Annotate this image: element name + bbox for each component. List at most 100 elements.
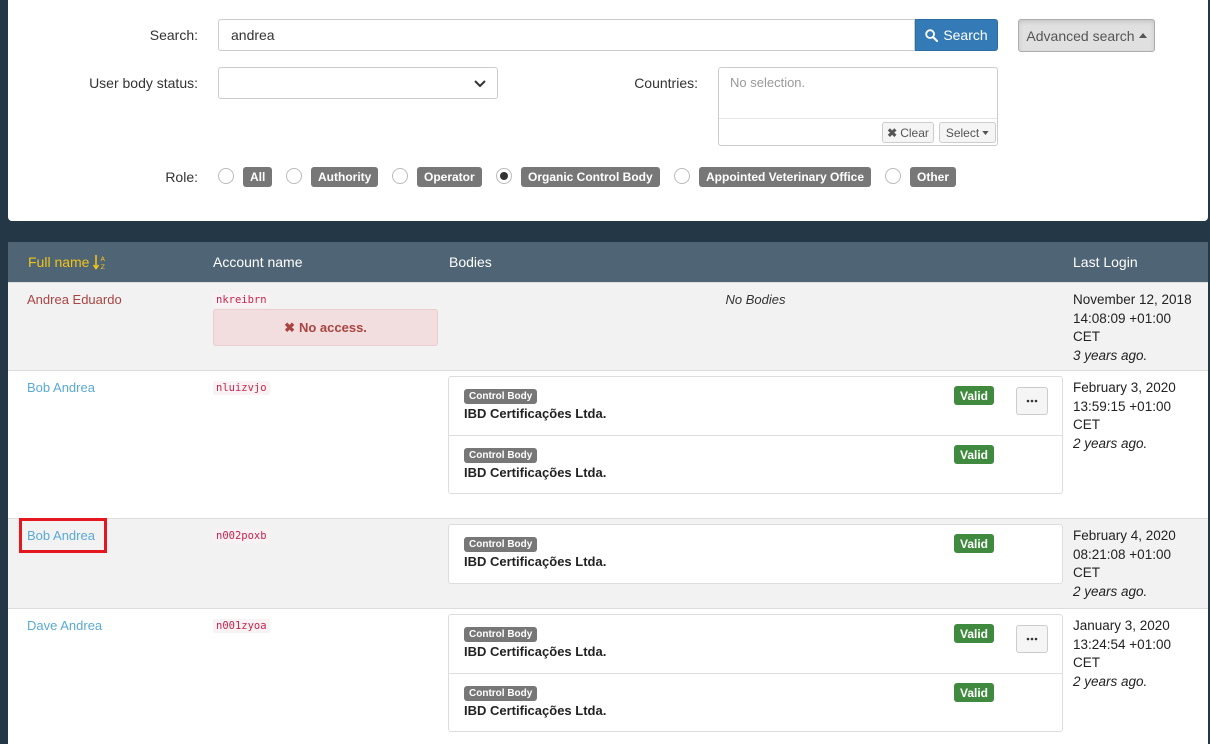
login-ago: 3 years ago.	[1073, 347, 1148, 363]
role-radio-other[interactable]	[885, 168, 901, 184]
close-icon: ✖	[887, 125, 898, 140]
last-login: February 4, 2020 08:21:08 +01:00 CET 2 y…	[1073, 527, 1176, 601]
login-time: 13:24:54 +01:00	[1073, 636, 1171, 652]
svg-text:Z: Z	[101, 263, 106, 270]
role-tag-authority[interactable]: Authority	[311, 167, 379, 187]
body-item: Control Body IBD Certificações Ltda. Val…	[449, 525, 1062, 583]
no-access-alert: ✖ No access.	[213, 309, 438, 346]
login-date: February 4, 2020	[1073, 528, 1176, 543]
control-body-tag: Control Body	[464, 627, 538, 642]
no-bodies-text: No Bodies	[725, 292, 786, 307]
account-name: nluizvjo	[213, 381, 270, 395]
login-date: February 3, 2020	[1073, 380, 1176, 395]
user-body-status-label: User body status:	[89, 75, 198, 91]
search-icon	[925, 28, 939, 42]
select-dropdown-button[interactable]: Select	[939, 122, 996, 143]
chevron-down-icon	[474, 80, 486, 88]
valid-badge: Valid	[954, 624, 995, 643]
body-name: IBD Certificações Ltda.	[464, 644, 607, 659]
body-item: Control Body IBD Certificações Ltda. Val…	[449, 377, 1062, 435]
search-panel: Search: Search Advanced search User body…	[8, 0, 1208, 221]
login-timezone: CET	[1073, 329, 1100, 344]
bodies-list: Control Body IBD Certificações Ltda. Val…	[448, 614, 1063, 732]
column-header-account-name[interactable]: Account name	[213, 254, 303, 270]
svg-text:A: A	[101, 255, 106, 263]
role-radio-authority[interactable]	[286, 168, 302, 184]
bodies-list: Control Body IBD Certificações Ltda. Val…	[448, 376, 1063, 494]
role-tag-appointed-veterinary-office[interactable]: Appointed Veterinary Office	[699, 167, 872, 187]
role-radio-appointed-veterinary-office[interactable]	[674, 168, 690, 184]
search-input[interactable]	[218, 19, 915, 51]
table-header: Full name A Z Account name Bodies Last L…	[8, 242, 1208, 282]
more-options-button[interactable]	[1016, 625, 1048, 653]
no-access-text: No access.	[298, 320, 367, 335]
last-login: February 3, 2020 13:59:15 +01:00 CET 2 y…	[1073, 379, 1176, 453]
login-time: 13:59:15 +01:00	[1073, 398, 1171, 414]
countries-multiselect[interactable]: No selection. ✖ Clear Select	[718, 67, 998, 146]
user-body-status-select[interactable]	[218, 67, 498, 99]
role-tag-other[interactable]: Other	[910, 167, 957, 187]
countries-placeholder: No selection.	[730, 75, 806, 90]
advanced-search-label: Advanced search	[1026, 27, 1135, 44]
login-date: November 12, 2018	[1073, 292, 1192, 307]
login-date: January 3, 2020	[1073, 618, 1170, 633]
bodies-list: Control Body IBD Certificações Ltda. Val…	[448, 524, 1063, 584]
close-icon: ✖	[284, 319, 295, 335]
login-timezone: CET	[1073, 417, 1100, 432]
role-radio-organic-control-body[interactable]	[496, 168, 512, 184]
control-body-tag: Control Body	[464, 389, 538, 404]
column-header-last-login[interactable]: Last Login	[1073, 254, 1138, 270]
login-time: 14:08:09 +01:00	[1073, 310, 1171, 326]
control-body-tag: Control Body	[464, 537, 538, 552]
search-button[interactable]: Search	[915, 19, 998, 51]
table-row: Bob Andrea n002poxb Control Body IBD Cer…	[8, 518, 1208, 608]
control-body-tag: Control Body	[464, 448, 538, 463]
countries-divider	[719, 118, 997, 119]
ellipsis-icon	[1026, 399, 1038, 403]
valid-badge: Valid	[954, 534, 995, 553]
login-ago: 2 years ago.	[1073, 583, 1148, 599]
column-header-bodies[interactable]: Bodies	[449, 254, 492, 270]
caret-up-icon	[1138, 33, 1147, 38]
countries-label: Countries:	[634, 75, 698, 91]
account-name: n002poxb	[213, 529, 270, 543]
login-timezone: CET	[1073, 655, 1100, 670]
ellipsis-icon	[1026, 637, 1038, 641]
body-name: IBD Certificações Ltda.	[464, 465, 607, 480]
login-ago: 2 years ago.	[1073, 435, 1148, 451]
role-radio-all[interactable]	[218, 168, 234, 184]
body-item: Control Body IBD Certificações Ltda. Val…	[449, 435, 1062, 493]
account-name: n001zyoa	[213, 619, 270, 633]
full-name-header-label: Full name	[28, 254, 90, 270]
login-ago: 2 years ago.	[1073, 673, 1148, 689]
select-label: Select	[945, 125, 980, 140]
role-tag-organic-control-body[interactable]: Organic Control Body	[521, 167, 660, 187]
role-radio-operator[interactable]	[392, 168, 408, 184]
valid-badge: Valid	[954, 386, 995, 405]
clear-button[interactable]: ✖ Clear	[882, 122, 934, 143]
body-item: Control Body IBD Certificações Ltda. Val…	[449, 673, 1062, 731]
body-name: IBD Certificações Ltda.	[464, 703, 607, 718]
full-name-link[interactable]: Dave Andrea	[27, 618, 102, 633]
full-name-link[interactable]: Bob Andrea	[27, 380, 95, 395]
valid-badge: Valid	[954, 445, 995, 464]
more-options-button[interactable]	[1016, 387, 1048, 415]
search-label: Search:	[149, 27, 198, 43]
table-row: Dave Andrea n001zyoa Control Body IBD Ce…	[8, 608, 1208, 744]
role-tag-all[interactable]: All	[243, 167, 273, 187]
column-header-full-name[interactable]: Full name A Z	[28, 254, 107, 270]
table-row: Andrea Eduardo nkreibrn ✖ No access. No …	[8, 282, 1208, 370]
login-time: 08:21:08 +01:00	[1073, 546, 1171, 562]
role-tag-operator[interactable]: Operator	[417, 167, 482, 187]
advanced-search-button[interactable]: Advanced search	[1018, 19, 1155, 52]
last-login: January 3, 2020 13:24:54 +01:00 CET 2 ye…	[1073, 617, 1171, 691]
full-name-link[interactable]: Bob Andrea	[27, 528, 95, 543]
search-button-label: Search	[943, 27, 988, 43]
caret-down-icon	[982, 130, 989, 135]
login-timezone: CET	[1073, 565, 1100, 580]
body-name: IBD Certificações Ltda.	[464, 406, 607, 421]
last-login: November 12, 2018 14:08:09 +01:00 CET 3 …	[1073, 291, 1192, 365]
clear-label: Clear	[900, 125, 929, 140]
sort-alpha-icon: A Z	[93, 255, 106, 270]
body-item: Control Body IBD Certificações Ltda. Val…	[449, 615, 1062, 673]
